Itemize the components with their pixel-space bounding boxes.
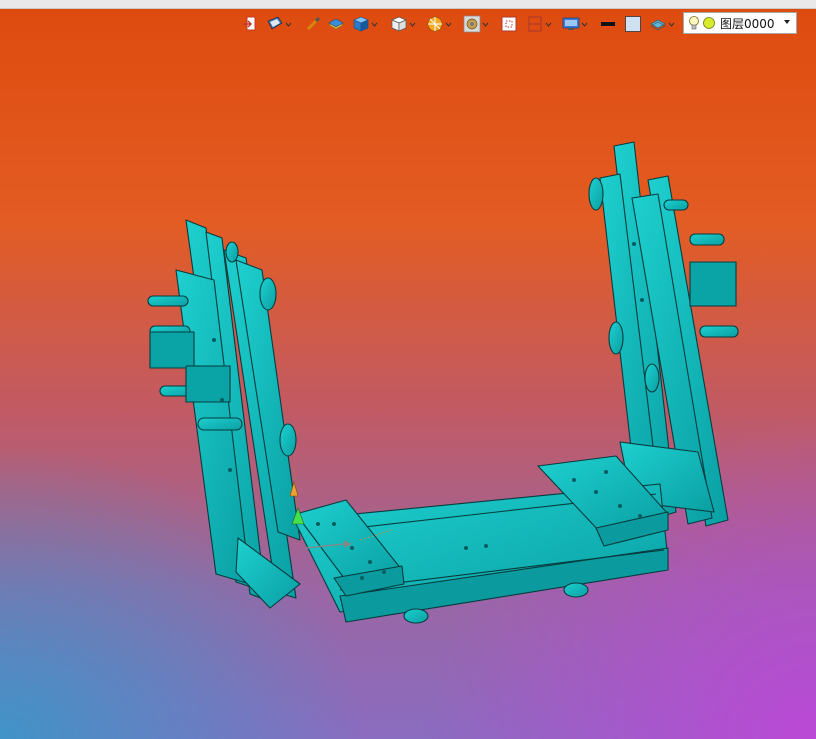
chevron-down-icon <box>445 22 452 27</box>
clip-icon <box>528 16 542 32</box>
clip-button[interactable] <box>526 15 552 33</box>
chevron-down-icon <box>545 22 552 27</box>
display-button[interactable] <box>562 15 588 33</box>
view-button[interactable] <box>266 15 292 33</box>
section-button[interactable] <box>426 15 452 33</box>
view-icon <box>267 16 283 30</box>
section-icon <box>427 16 443 32</box>
cube-white-icon <box>391 16 407 32</box>
color-square-icon <box>625 16 641 32</box>
render-button[interactable] <box>463 15 489 33</box>
chevron-down-icon <box>581 22 588 27</box>
layer-icon <box>650 19 666 31</box>
exit-icon <box>243 16 256 31</box>
sketch-button[interactable] <box>304 15 322 33</box>
color-button[interactable] <box>624 15 642 33</box>
dropdown-arrow-icon <box>784 20 790 24</box>
pencil-icon <box>306 16 321 31</box>
line-weight-icon <box>601 22 615 26</box>
wireframe-view-button[interactable] <box>390 15 416 33</box>
chevron-down-icon <box>371 22 378 27</box>
cad-model[interactable] <box>0 0 816 739</box>
shaded-view-button[interactable] <box>352 15 378 33</box>
layer-dropdown[interactable]: 图层0000 <box>683 12 797 34</box>
layer-manager-button[interactable] <box>649 15 675 33</box>
chevron-down-icon <box>285 22 292 27</box>
chevron-down-icon <box>482 22 489 27</box>
cube-shaded-icon <box>353 16 369 32</box>
chevron-down-icon <box>668 22 675 27</box>
frame-icon <box>501 16 517 32</box>
bulb-icon <box>689 16 699 30</box>
dot-icon <box>703 17 715 29</box>
render-icon <box>463 15 481 33</box>
display-icon <box>562 17 580 30</box>
layer-block-button[interactable] <box>327 15 345 33</box>
exit-button[interactable] <box>241 15 259 33</box>
chevron-down-icon <box>409 22 416 27</box>
line-weight-button[interactable] <box>599 15 617 33</box>
frame-button[interactable] <box>500 15 518 33</box>
layer-block-icon <box>328 18 344 30</box>
layer-name: 图层0000 <box>720 16 775 31</box>
